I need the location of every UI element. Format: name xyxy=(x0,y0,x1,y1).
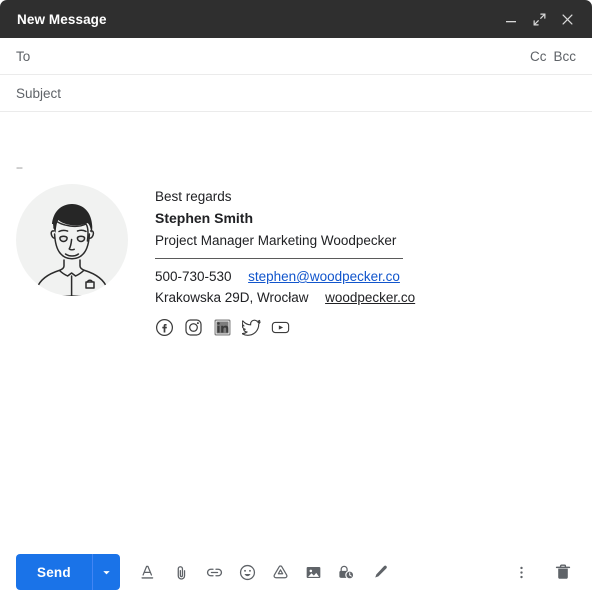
expand-button[interactable] xyxy=(526,6,552,32)
instagram-icon[interactable] xyxy=(184,318,203,337)
minimize-button[interactable] xyxy=(498,6,524,32)
signature-text: Best regards Stephen Smith Project Manag… xyxy=(155,184,415,337)
signature-regards: Best regards xyxy=(155,189,232,204)
signature-contact-line-1: 500-730-530 stephen@woodpecker.co xyxy=(155,266,415,287)
link-icon xyxy=(207,568,223,576)
more-options-button[interactable] xyxy=(506,557,536,587)
insert-photo-button[interactable] xyxy=(299,557,329,587)
signature-divider xyxy=(155,258,403,259)
image-icon xyxy=(306,566,321,578)
signature-delimiter: -- xyxy=(16,160,23,174)
portrait-illustration-icon xyxy=(36,204,108,296)
expand-icon xyxy=(533,13,545,25)
to-field-row[interactable]: To Cc Bcc xyxy=(0,38,592,75)
cc-button[interactable]: Cc xyxy=(530,49,547,64)
subject-field-row[interactable]: Subject xyxy=(0,75,592,112)
send-options-button[interactable] xyxy=(91,554,120,590)
discard-draft-button[interactable] xyxy=(548,557,578,587)
formatting-options-button[interactable] xyxy=(134,557,164,587)
message-body[interactable]: -- Best regards Stephen Smith Project Ma… xyxy=(0,112,592,544)
signature-social-row xyxy=(155,318,415,337)
compose-titlebar: New Message xyxy=(0,0,592,38)
facebook-icon[interactable] xyxy=(155,318,174,337)
avatar xyxy=(16,184,128,296)
compose-toolbar xyxy=(134,557,395,587)
format-text-icon xyxy=(141,565,154,579)
more-vertical-icon xyxy=(519,566,523,578)
send-button-group[interactable]: Send xyxy=(16,554,120,590)
compose-footer: Send xyxy=(0,544,592,600)
signature-phone: 500-730-530 xyxy=(155,269,232,284)
email-signature: Best regards Stephen Smith Project Manag… xyxy=(16,184,576,337)
compose-window: New Message To Cc Bcc Subject -- Best re… xyxy=(0,0,592,600)
insert-signature-button[interactable] xyxy=(365,557,395,587)
signature-email-link[interactable]: stephen@woodpecker.co xyxy=(248,269,400,284)
signature-website-link[interactable]: woodpecker.co xyxy=(325,290,415,305)
send-button[interactable]: Send xyxy=(16,554,92,590)
insert-emoji-button[interactable] xyxy=(233,557,263,587)
window-controls xyxy=(498,6,580,32)
close-button[interactable] xyxy=(554,6,580,32)
insert-link-button[interactable] xyxy=(200,557,230,587)
chevron-down-icon xyxy=(103,570,110,574)
paperclip-icon xyxy=(177,565,186,580)
window-title: New Message xyxy=(17,11,107,27)
signature-address: Krakowska 29D, Wrocław xyxy=(155,290,309,305)
subject-label: Subject xyxy=(16,85,62,101)
linkedin-icon[interactable] xyxy=(213,318,232,337)
minimize-icon xyxy=(506,21,516,23)
twitter-icon[interactable] xyxy=(242,318,261,337)
signature-role: Project Manager Marketing Woodpecker xyxy=(155,233,397,248)
insert-drive-file-button[interactable] xyxy=(266,557,296,587)
trash-icon xyxy=(555,564,571,579)
signature-name: Stephen Smith xyxy=(155,210,254,226)
attach-files-button[interactable] xyxy=(167,557,197,587)
confidential-mode-button[interactable] xyxy=(332,557,362,587)
close-icon xyxy=(561,13,573,25)
youtube-icon[interactable] xyxy=(271,318,290,337)
to-label: To xyxy=(16,48,31,64)
bcc-button[interactable]: Bcc xyxy=(553,49,576,64)
footer-right-actions xyxy=(506,557,578,587)
cc-bcc-group: Cc Bcc xyxy=(530,49,576,64)
pen-icon xyxy=(375,565,388,578)
google-drive-icon xyxy=(273,564,288,578)
lock-clock-icon xyxy=(339,565,355,579)
signature-contact-line-2: Krakowska 29D, Wrocław woodpecker.co xyxy=(155,287,415,308)
emoji-icon xyxy=(240,564,256,580)
